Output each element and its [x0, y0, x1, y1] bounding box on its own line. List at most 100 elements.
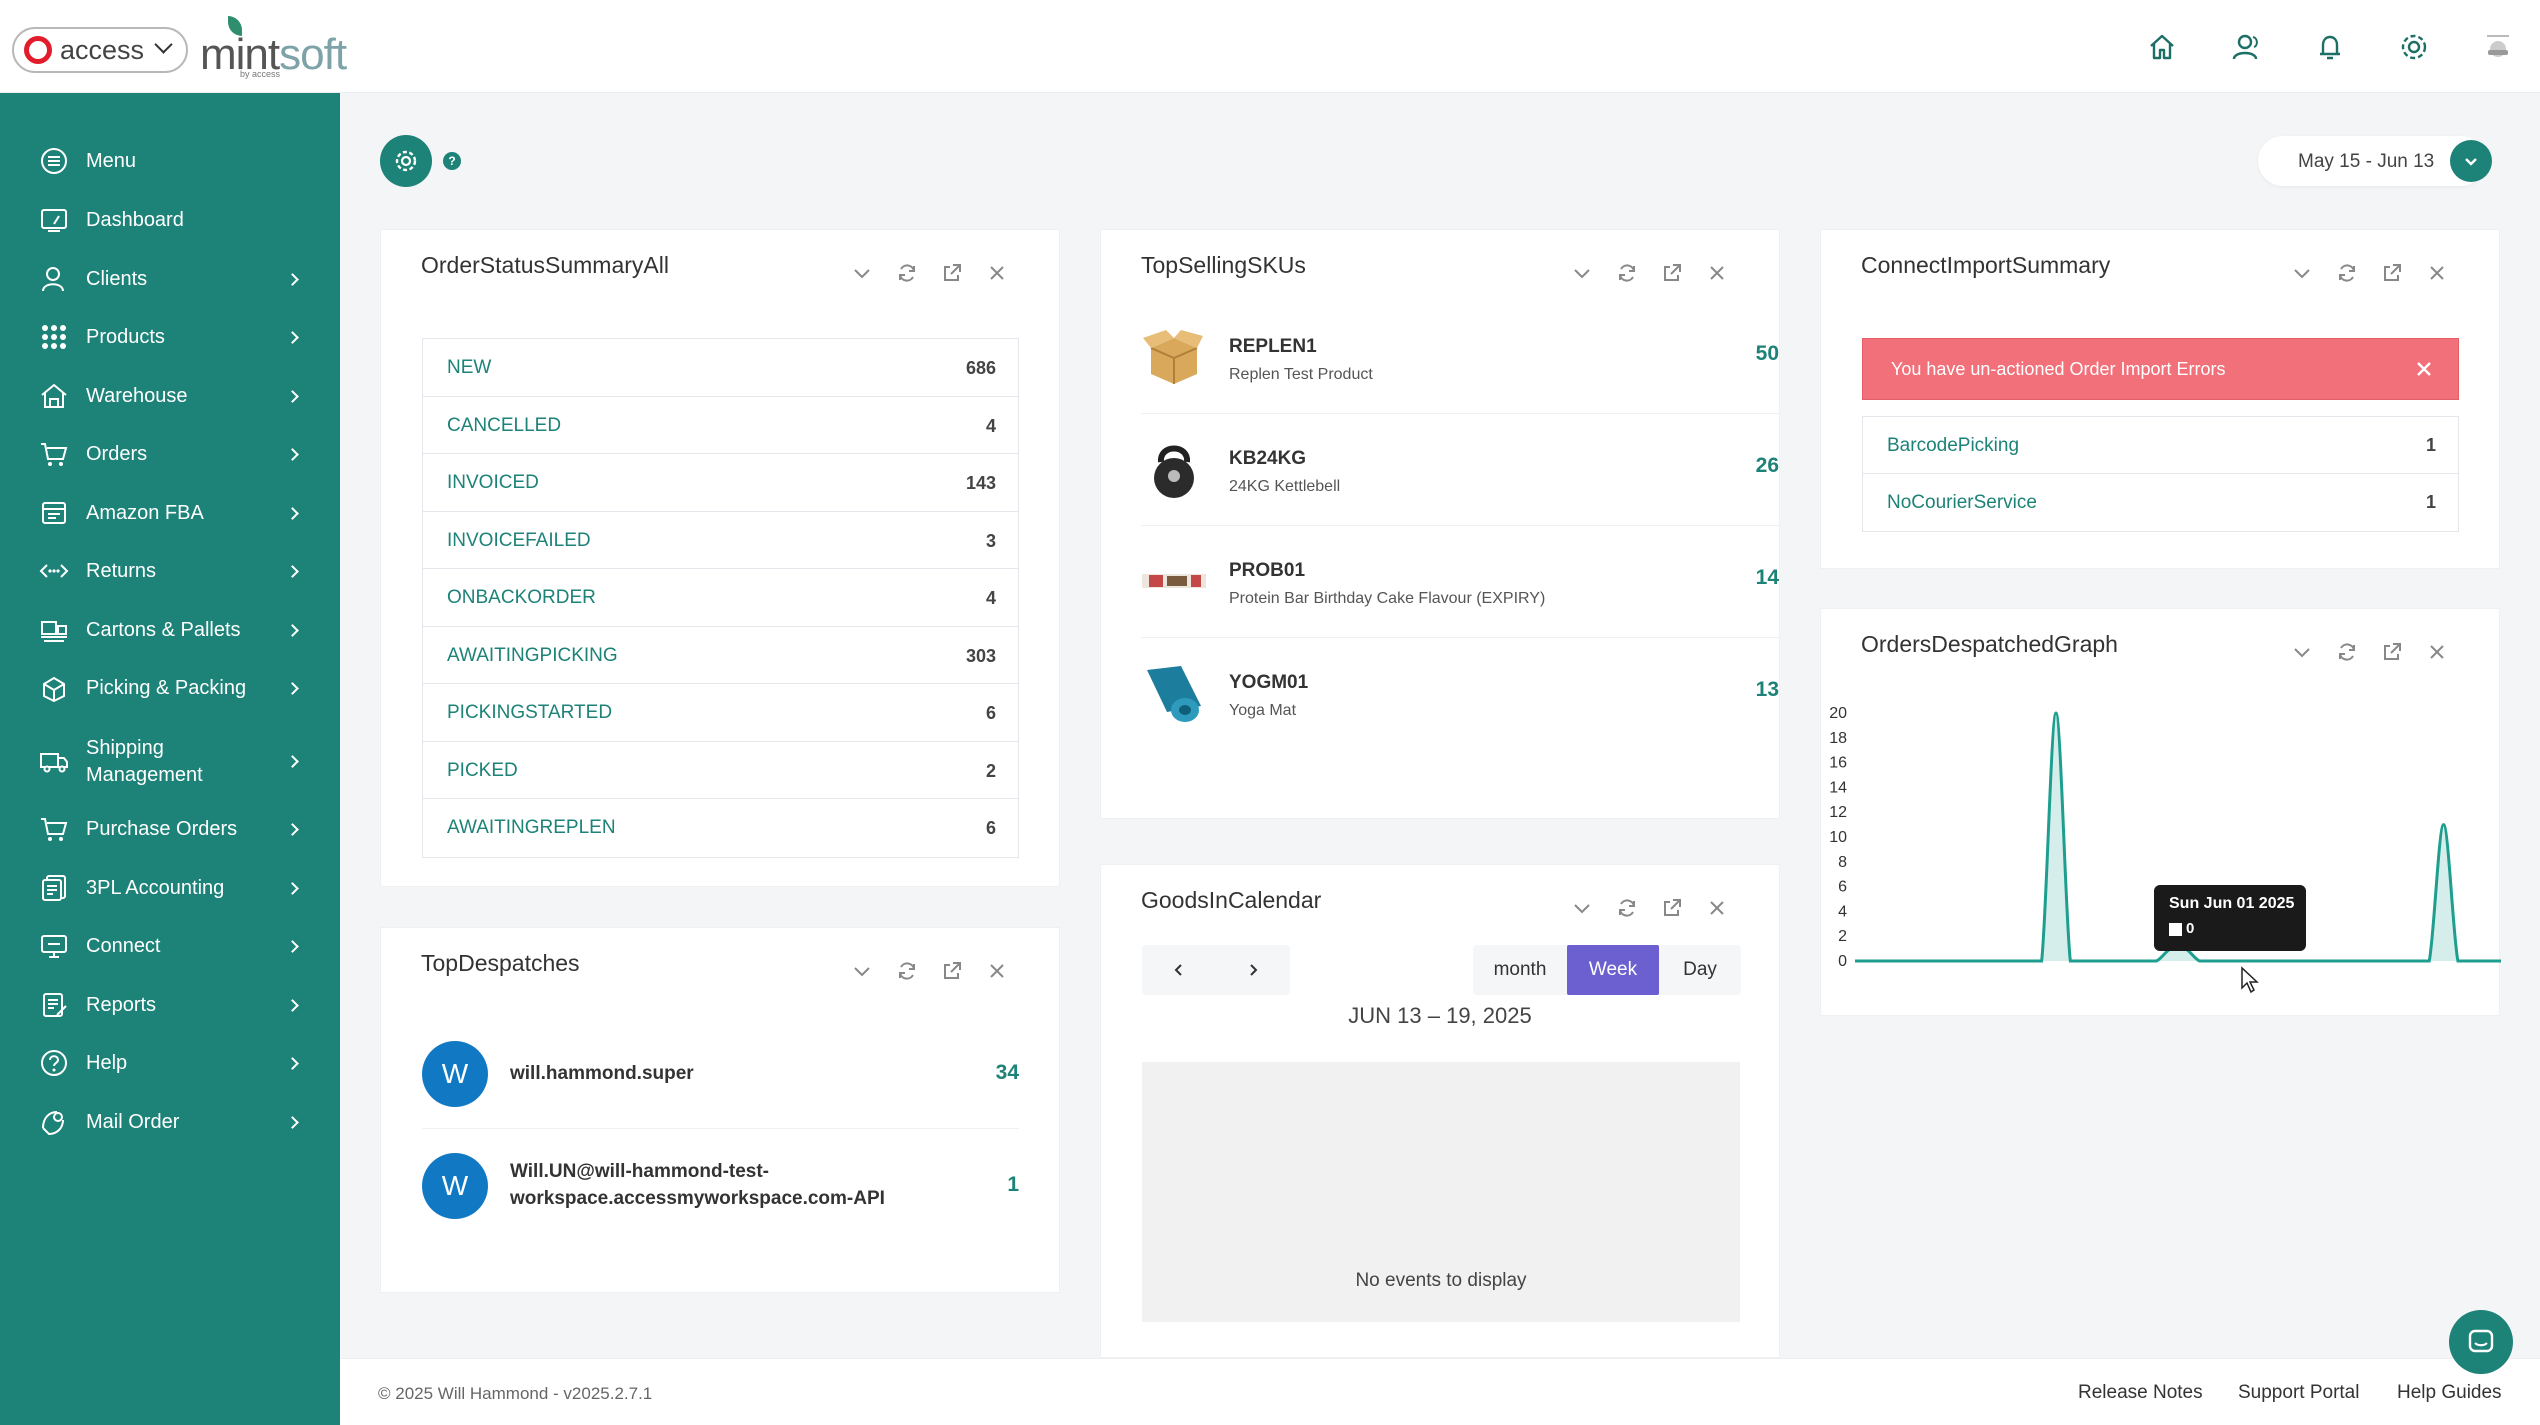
refresh-widget-button[interactable]: [1612, 258, 1642, 288]
sidebar-item-menu[interactable]: Menu: [0, 133, 340, 189]
data-point[interactable]: [2294, 955, 2306, 967]
data-point[interactable]: [1906, 955, 1918, 967]
sidebar-item-reports[interactable]: Reports: [0, 977, 340, 1033]
refresh-widget-button[interactable]: [892, 258, 922, 288]
data-point[interactable]: [2222, 955, 2234, 967]
despatch-list-item[interactable]: W Will.UN@will-hammond-test- workspace.a…: [422, 1129, 1019, 1241]
data-point[interactable]: [2265, 955, 2277, 967]
data-point[interactable]: [2395, 955, 2407, 967]
expand-widget-button[interactable]: [1657, 893, 1687, 923]
expand-widget-button[interactable]: [1657, 258, 1687, 288]
close-widget-button[interactable]: [2422, 258, 2452, 288]
collapse-widget-button[interactable]: [2287, 258, 2317, 288]
collapse-widget-button[interactable]: [847, 258, 877, 288]
profile-icon[interactable]: [2456, 26, 2540, 68]
sidebar-item-products[interactable]: Products: [0, 309, 340, 365]
sidebar-item-picking-packing[interactable]: Picking & Packing: [0, 660, 340, 716]
expand-widget-button[interactable]: [2377, 258, 2407, 288]
table-row[interactable]: PICKED 2: [423, 742, 1018, 799]
sidebar-item-warehouse[interactable]: Warehouse: [0, 368, 340, 424]
sidebar-item-mail-order[interactable]: Mail Order: [0, 1094, 340, 1150]
data-point[interactable]: [2050, 707, 2062, 719]
calendar-next-button[interactable]: [1216, 945, 1290, 995]
data-point[interactable]: [2481, 955, 2493, 967]
data-point[interactable]: [1964, 955, 1976, 967]
date-range-dropdown-button[interactable]: [2450, 140, 2492, 182]
data-point[interactable]: [2194, 955, 2206, 967]
calendar-prev-button[interactable]: [1142, 945, 1216, 995]
table-row[interactable]: ONBACKORDER 4: [423, 569, 1018, 627]
status-label[interactable]: INVOICED: [447, 472, 539, 494]
sku-list-item[interactable]: YOGM01 Yoga Mat 13: [1141, 638, 1781, 750]
table-row[interactable]: INVOICEFAILED 3: [423, 512, 1018, 569]
refresh-widget-button[interactable]: [2332, 637, 2362, 667]
home-icon[interactable]: [2120, 26, 2204, 68]
status-label[interactable]: PICKED: [447, 760, 518, 782]
calendar-view-week-button[interactable]: Week: [1567, 945, 1659, 995]
calendar-view-month-button[interactable]: month: [1473, 945, 1567, 995]
data-point[interactable]: [1921, 955, 1933, 967]
data-point[interactable]: [2122, 955, 2134, 967]
data-point[interactable]: [2409, 955, 2421, 967]
chat-button[interactable]: [2449, 1310, 2513, 1374]
table-row[interactable]: AWAITINGREPLEN 6: [423, 799, 1018, 857]
collapse-widget-button[interactable]: [847, 956, 877, 986]
status-label[interactable]: INVOICEFAILED: [447, 530, 591, 552]
import-error-label[interactable]: BarcodePicking: [1887, 435, 2019, 457]
data-point[interactable]: [2308, 955, 2320, 967]
sidebar-item-shipping-management[interactable]: Shipping Management: [0, 725, 340, 797]
table-row[interactable]: PICKINGSTARTED 6: [423, 684, 1018, 742]
data-point[interactable]: [2351, 955, 2363, 967]
data-point[interactable]: [1863, 955, 1875, 967]
close-widget-button[interactable]: [982, 258, 1012, 288]
refresh-widget-button[interactable]: [2332, 258, 2362, 288]
data-point[interactable]: [2021, 955, 2033, 967]
help-guides-link[interactable]: Help Guides: [2397, 1382, 2502, 1404]
status-label[interactable]: PICKINGSTARTED: [447, 702, 612, 724]
access-switcher[interactable]: access: [12, 27, 188, 73]
users-icon[interactable]: [2204, 26, 2288, 68]
data-point[interactable]: [2466, 955, 2478, 967]
table-row[interactable]: CANCELLED 4: [423, 397, 1018, 454]
sku-list-item[interactable]: KB24KG 24KG Kettlebell 26: [1141, 414, 1781, 526]
sidebar-item-3pl-accounting[interactable]: 3PL Accounting: [0, 860, 340, 916]
table-row[interactable]: NEW 686: [423, 339, 1018, 397]
data-point[interactable]: [2337, 955, 2349, 967]
calendar-view-day-button[interactable]: Day: [1659, 945, 1741, 995]
collapse-widget-button[interactable]: [2287, 637, 2317, 667]
status-label[interactable]: AWAITINGPICKING: [447, 645, 618, 667]
support-portal-link[interactable]: Support Portal: [2238, 1382, 2359, 1404]
sidebar-item-returns[interactable]: Returns: [0, 543, 340, 599]
data-point[interactable]: [1978, 955, 1990, 967]
sidebar-item-clients[interactable]: Clients: [0, 251, 340, 307]
status-label[interactable]: NEW: [447, 357, 491, 379]
data-point[interactable]: [2036, 955, 2048, 967]
sidebar-item-help[interactable]: Help: [0, 1035, 340, 1091]
despatch-list-item[interactable]: W will.hammond.super 34: [422, 1017, 1019, 1129]
close-widget-button[interactable]: [2422, 637, 2452, 667]
data-point[interactable]: [2280, 955, 2292, 967]
close-icon[interactable]: [2412, 357, 2436, 381]
data-point[interactable]: [2366, 955, 2378, 967]
collapse-widget-button[interactable]: [1567, 258, 1597, 288]
data-point[interactable]: [2423, 955, 2435, 967]
data-point[interactable]: [2150, 955, 2162, 967]
refresh-widget-button[interactable]: [892, 956, 922, 986]
sku-list-item[interactable]: PROB01 Protein Bar Birthday Cake Flavour…: [1141, 526, 1781, 638]
status-label[interactable]: ONBACKORDER: [447, 587, 596, 609]
data-point[interactable]: [2380, 955, 2392, 967]
sidebar-item-cartons-pallets[interactable]: Cartons & Pallets: [0, 602, 340, 658]
dashboard-settings-button[interactable]: [380, 135, 432, 187]
refresh-widget-button[interactable]: [1612, 893, 1642, 923]
data-point[interactable]: [2208, 955, 2220, 967]
data-point[interactable]: [1878, 955, 1890, 967]
table-row[interactable]: INVOICED 143: [423, 454, 1018, 512]
table-row[interactable]: AWAITINGPICKING 303: [423, 627, 1018, 684]
data-point[interactable]: [2093, 955, 2105, 967]
expand-widget-button[interactable]: [2377, 637, 2407, 667]
data-point[interactable]: [1935, 955, 1947, 967]
sidebar-item-orders[interactable]: Orders: [0, 426, 340, 482]
expand-widget-button[interactable]: [937, 258, 967, 288]
data-point[interactable]: [2007, 955, 2019, 967]
sidebar-item-connect[interactable]: Connect: [0, 918, 340, 974]
